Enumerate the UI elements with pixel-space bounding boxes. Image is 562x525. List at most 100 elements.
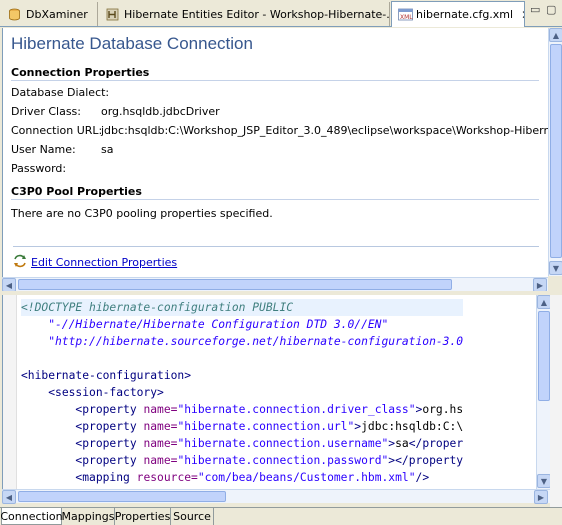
edit-connection-link[interactable]: Edit Connection Properties <box>31 256 177 269</box>
field-label: Password: <box>11 162 67 175</box>
field-row-password: Password: <box>11 162 101 175</box>
source-editor[interactable]: <!DOCTYPE hibernate-configuration PUBLIC… <box>2 295 536 489</box>
source-line[interactable] <box>21 350 463 367</box>
source-token: <hibernate-configuration> <box>21 369 192 382</box>
source-token <box>21 437 75 450</box>
source-line[interactable]: <!DOCTYPE hibernate-configuration PUBLIC <box>21 299 464 316</box>
source-token: <session-factory> <box>48 386 164 399</box>
editor-ruler <box>3 295 17 489</box>
tab-source[interactable]: Source <box>171 508 214 525</box>
source-token: sa <box>395 437 409 450</box>
source-line[interactable]: <property name="hibernate.connection.pas… <box>21 452 463 469</box>
field-label: Connection URL: <box>11 124 103 137</box>
source-token: name= <box>143 420 178 433</box>
field-row-user-name: User Name: sa <box>11 143 113 156</box>
source-token: "-//Hibernate/Hibernate Configuration DT… <box>21 318 389 331</box>
source-token: "hibernate.connection.driver_class" <box>177 403 416 416</box>
field-row-dialect: Database Dialect: <box>11 86 110 99</box>
tab-properties[interactable]: Properties <box>115 508 171 525</box>
source-token: ></property <box>388 454 464 467</box>
svg-text:XML: XML <box>400 14 413 21</box>
scroll-down-icon[interactable]: ▼ <box>537 474 551 488</box>
source-token: "com/bea/beans/Customer.hbm.xml" <box>197 471 416 484</box>
editor-tab-bar: DbXaminer Hibernate Entities Editor - Wo… <box>0 0 562 27</box>
source-token: <property <box>75 403 144 416</box>
editor-page-tabs: Connection Mappings Properties Source <box>0 507 562 525</box>
tab-connection[interactable]: Connection <box>0 508 63 525</box>
source-token: name= <box>143 454 178 467</box>
scroll-thumb[interactable] <box>538 311 550 401</box>
tab-hibernate-entities-editor[interactable]: Hibernate Entities Editor - Workshop-Hib… <box>100 2 390 26</box>
section-divider <box>11 80 539 81</box>
scroll-thumb[interactable] <box>18 279 452 290</box>
field-label: Database Dialect: <box>11 86 110 99</box>
source-line[interactable]: "http://hibernate.sourceforge.net/hibern… <box>21 333 463 350</box>
source-horizontal-scrollbar[interactable]: ◀ ▶ <box>2 489 550 504</box>
scroll-down-icon[interactable]: ▼ <box>549 261 562 275</box>
source-token <box>21 403 75 416</box>
tab-hibernate-cfg-xml[interactable]: XML hibernate.cfg.xml ✕ <box>391 1 525 27</box>
source-token: "hibernate.connection.password" <box>177 454 389 467</box>
field-row-connection-url: Connection URL:jdbc:hsqldb:C:\Workshop_J… <box>11 124 548 137</box>
source-token: "http://hibernate.sourceforge.net/hibern… <box>21 335 464 348</box>
source-token: name= <box>143 437 178 450</box>
section-divider <box>11 199 539 200</box>
link-divider <box>13 246 539 247</box>
source-token: /> <box>415 471 430 484</box>
scroll-left-icon[interactable]: ◀ <box>2 278 16 292</box>
tab-label: Hibernate Entities Editor - Workshop-Hib… <box>124 7 390 21</box>
scroll-thumb[interactable] <box>550 44 562 258</box>
field-label: Driver Class: <box>11 105 81 118</box>
source-line[interactable]: <mapping resource="com/bea/beans/Custome… <box>21 469 463 486</box>
form-horizontal-scrollbar[interactable]: ◀ ▶ <box>2 277 548 292</box>
overview-ruler <box>550 295 562 507</box>
edit-connection-link-row[interactable]: Edit Connection Properties <box>13 254 177 271</box>
scroll-left-icon[interactable]: ◀ <box>2 490 16 504</box>
tab-mappings[interactable]: Mappings <box>62 508 115 525</box>
close-icon[interactable]: ✕ <box>521 8 524 22</box>
source-line[interactable]: <property name="hibernate.connection.use… <box>21 435 463 452</box>
source-token: jdbc:hsqldb:C:\ <box>361 420 464 433</box>
source-line[interactable]: <property name="hibernate.connection.dri… <box>21 401 463 418</box>
minimize-icon[interactable]: ▭ <box>530 3 540 16</box>
field-value[interactable]: jdbc:hsqldb:C:\Workshop_JSP_Editor_3.0_4… <box>101 124 548 137</box>
source-line[interactable]: <session-factory> <box>21 384 463 401</box>
source-token: <property <box>75 437 144 450</box>
source-line[interactable]: <hibernate-configuration> <box>21 367 463 384</box>
pool-message: There are no C3P0 pooling properties spe… <box>11 207 273 220</box>
source-token: <mapping <box>75 471 137 484</box>
scroll-up-icon[interactable]: ▲ <box>537 295 551 309</box>
source-token: "hibernate.connection.username" <box>177 437 389 450</box>
source-token: name= <box>143 403 178 416</box>
tab-dbxaminer[interactable]: DbXaminer <box>2 2 98 26</box>
source-line[interactable]: <property name="hibernate.connection.url… <box>21 418 463 435</box>
hibernate-icon <box>106 8 119 21</box>
source-token <box>21 386 48 399</box>
form-vertical-scrollbar[interactable]: ▲ ▼ <box>548 28 562 276</box>
scroll-up-icon[interactable]: ▲ <box>549 28 562 42</box>
tab-label: DbXaminer <box>26 7 88 21</box>
connection-section-title: Connection Properties <box>11 66 150 79</box>
source-token <box>21 420 75 433</box>
source-token: <property <box>75 420 144 433</box>
source-token <box>21 454 75 467</box>
source-token: <!DOCTYPE hibernate-configuration PUBLIC <box>21 301 294 314</box>
source-token: </proper <box>408 437 464 450</box>
source-token: <property <box>75 454 144 467</box>
field-value[interactable]: org.hsqldb.jdbcDriver <box>101 105 220 118</box>
xml-icon: XML <box>398 8 413 21</box>
maximize-icon[interactable]: ▢ <box>546 3 556 16</box>
field-label: User Name: <box>11 143 76 156</box>
field-row-driver-class: Driver Class: org.hsqldb.jdbcDriver <box>11 105 220 118</box>
connection-form: Hibernate Database Connection Connection… <box>2 28 548 278</box>
source-vertical-scrollbar[interactable]: ▲ ▼ <box>536 295 551 489</box>
scroll-right-icon[interactable]: ▶ <box>533 278 547 292</box>
field-value[interactable]: sa <box>101 143 113 156</box>
source-line[interactable]: "-//Hibernate/Hibernate Configuration DT… <box>21 316 463 333</box>
scroll-thumb[interactable] <box>18 491 226 502</box>
source-token: org.hs <box>422 403 464 416</box>
page-title: Hibernate Database Connection <box>11 34 253 53</box>
source-code[interactable]: <!DOCTYPE hibernate-configuration PUBLIC… <box>21 299 464 486</box>
edit-properties-icon <box>13 254 27 271</box>
scroll-right-icon[interactable]: ▶ <box>534 490 548 504</box>
